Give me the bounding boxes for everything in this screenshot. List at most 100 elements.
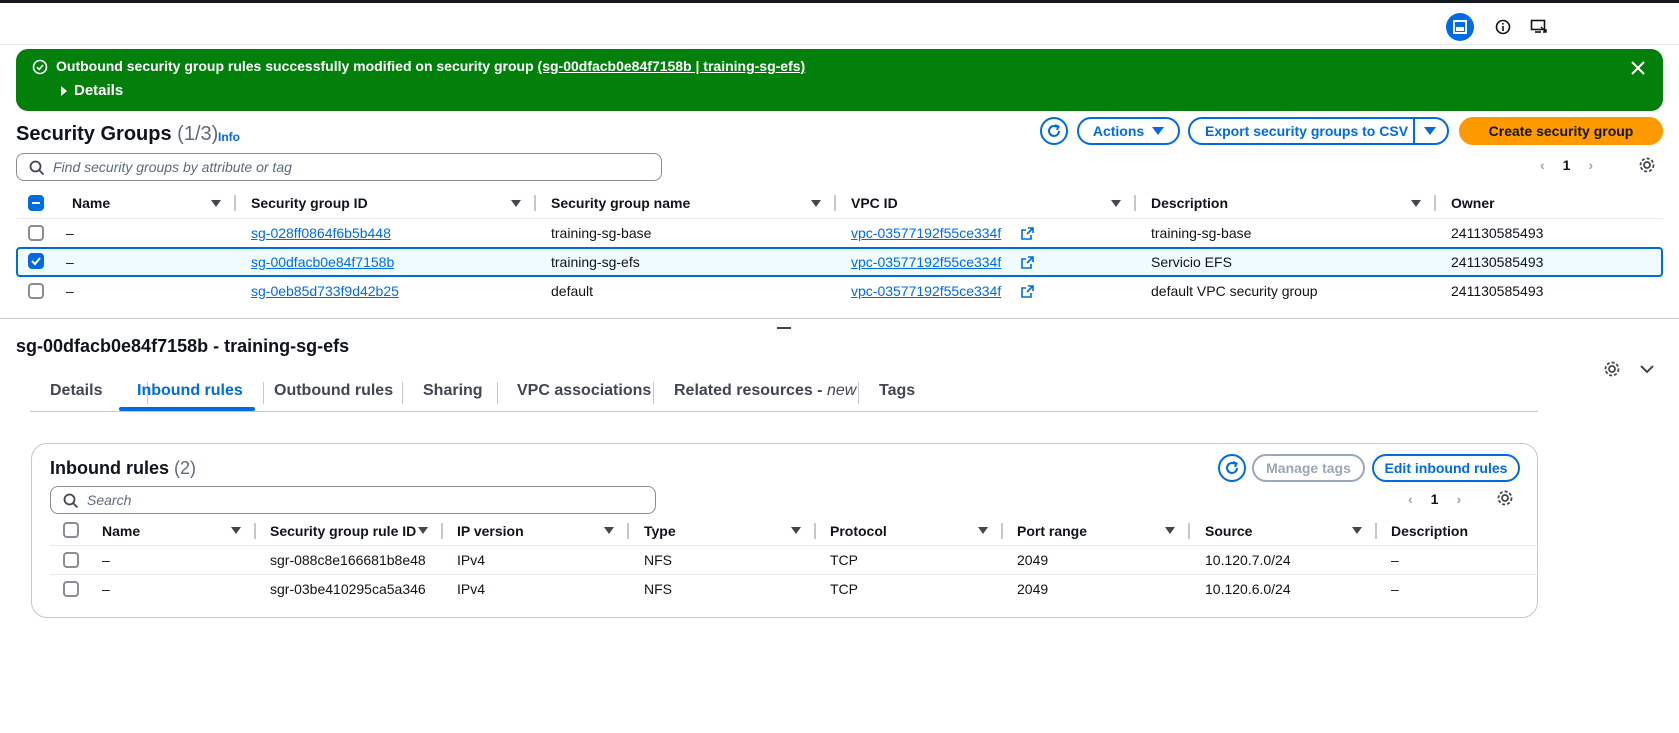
external-link-icon — [1021, 227, 1034, 240]
vpc-id-link[interactable]: vpc-03577192f55ce334f — [851, 225, 1001, 241]
settings-gear-icon[interactable] — [1496, 489, 1514, 507]
column-header-rule-id[interactable]: Security group rule ID — [270, 516, 416, 546]
column-header-type[interactable]: Type — [644, 516, 676, 546]
rule-type: NFS — [644, 581, 672, 597]
select-all-checkbox[interactable] — [28, 195, 44, 211]
row-checkbox[interactable] — [63, 581, 79, 597]
sg-owner: 241130585493 — [1451, 254, 1544, 270]
manage-tags-button[interactable]: Manage tags — [1252, 454, 1365, 482]
row-checkbox[interactable] — [28, 283, 44, 299]
tab-vpc-associations[interactable]: VPC associations — [517, 382, 651, 400]
column-header-source[interactable]: Source — [1205, 516, 1252, 546]
rule-name: – — [102, 581, 110, 597]
create-security-group-button[interactable]: Create security group — [1459, 117, 1663, 145]
actions-button[interactable]: Actions — [1077, 117, 1180, 145]
collapse-chevron-icon[interactable] — [1639, 362, 1655, 376]
column-header-sg-name[interactable]: Security group name — [551, 188, 690, 218]
refresh-icon — [1226, 461, 1238, 474]
sort-icon[interactable] — [511, 200, 521, 207]
split-panel-icon[interactable] — [1446, 13, 1474, 41]
refresh-button[interactable] — [1040, 117, 1068, 145]
row-checkbox[interactable] — [63, 552, 79, 568]
tab-inbound-rules[interactable]: Inbound rules — [137, 382, 243, 400]
refresh-icon — [1048, 124, 1060, 137]
caret-down-icon — [1152, 127, 1165, 135]
vpc-id-link[interactable]: vpc-03577192f55ce334f — [851, 283, 1001, 299]
sort-icon[interactable] — [231, 527, 241, 534]
port-range: 2049 — [1017, 581, 1049, 597]
sg-id-link[interactable]: sg-0eb85d733f9d42b25 — [251, 283, 399, 299]
sort-icon[interactable] — [1111, 200, 1121, 207]
column-header-protocol[interactable]: Protocol — [830, 516, 887, 546]
feedback-icon[interactable] — [1525, 13, 1553, 41]
page-number[interactable]: 1 — [1563, 157, 1571, 173]
sg-name: training-sg-efs — [551, 254, 640, 270]
table-row[interactable]: – sgr-088c8e166681b8e48 IPv4 NFS TCP 204… — [50, 545, 1538, 574]
column-header-description[interactable]: Description — [1391, 516, 1468, 546]
external-link-icon — [1021, 285, 1034, 298]
info-link[interactable]: Info — [218, 130, 240, 144]
settings-gear-icon[interactable] — [1603, 360, 1621, 378]
table-row[interactable]: – sgr-03be410295ca5a346 IPv4 NFS TCP 204… — [50, 574, 1538, 603]
table-row[interactable]: – sg-0eb85d733f9d42b25 default vpc-03577… — [16, 277, 1663, 306]
tab-tags[interactable]: Tags — [879, 382, 915, 400]
edit-inbound-rules-button[interactable]: Edit inbound rules — [1372, 454, 1520, 482]
sg-id-link[interactable]: sg-028ff0864f6b5b448 — [251, 225, 391, 241]
page-number[interactable]: 1 — [1431, 491, 1439, 507]
sort-icon[interactable] — [1411, 200, 1421, 207]
export-dropdown-icon[interactable] — [1424, 127, 1436, 135]
external-link-icon — [1021, 256, 1034, 269]
table-row-selected[interactable]: – sg-00dfacb0e84f7158b training-sg-efs v… — [16, 247, 1663, 277]
sort-icon[interactable] — [978, 527, 988, 534]
source: 10.120.6.0/24 — [1205, 581, 1291, 597]
column-header-port-range[interactable]: Port range — [1017, 516, 1087, 546]
prev-page-icon[interactable]: ‹ — [1540, 157, 1545, 173]
row-checkbox[interactable] — [28, 253, 44, 269]
resize-handle[interactable] — [777, 327, 791, 329]
info-icon[interactable] — [1489, 13, 1517, 41]
table-row[interactable]: – sg-028ff0864f6b5b448 training-sg-base … — [16, 218, 1663, 247]
rule-id: sgr-03be410295ca5a346 — [270, 581, 426, 597]
sort-icon[interactable] — [211, 200, 221, 207]
sort-icon[interactable] — [604, 527, 614, 534]
security-groups-search-input[interactable]: Find security groups by attribute or tag — [16, 153, 662, 181]
column-header-description[interactable]: Description — [1151, 188, 1228, 218]
sort-icon[interactable] — [418, 527, 428, 534]
column-header-ip-version[interactable]: IP version — [457, 516, 524, 546]
sg-name: default — [551, 283, 594, 299]
row-checkbox[interactable] — [28, 225, 44, 241]
next-page-icon[interactable]: › — [1456, 491, 1461, 507]
flash-sg-link[interactable]: (sg-00dfacb0e84f7158b | training-sg-efs) — [538, 58, 806, 74]
column-header-sg-id[interactable]: Security group ID — [251, 188, 368, 218]
tab-related-resources[interactable]: Related resources - new — [674, 382, 856, 400]
tab-details[interactable]: Details — [50, 382, 102, 400]
rule-description: – — [1391, 552, 1399, 568]
tab-outbound-rules[interactable]: Outbound rules — [274, 382, 393, 400]
sort-icon[interactable] — [791, 527, 801, 534]
sort-icon[interactable] — [1352, 527, 1362, 534]
next-page-icon[interactable]: › — [1588, 157, 1593, 173]
inbound-rules-search-input[interactable]: Search — [50, 486, 656, 514]
sort-icon[interactable] — [1165, 527, 1175, 534]
refresh-button[interactable] — [1218, 454, 1246, 482]
settings-gear-icon[interactable] — [1638, 156, 1656, 174]
detail-title: sg-00dfacb0e84f7158b - training-sg-efs — [16, 336, 350, 356]
flash-details-toggle[interactable]: Details — [60, 82, 123, 99]
prev-page-icon[interactable]: ‹ — [1408, 491, 1413, 507]
column-header-name[interactable]: Name — [72, 188, 110, 218]
vpc-id-link[interactable]: vpc-03577192f55ce334f — [851, 254, 1001, 270]
inbound-rules-table: Name Security group rule ID IP version T… — [50, 516, 1538, 604]
column-header-vpc-id[interactable]: VPC ID — [851, 188, 898, 218]
column-header-name[interactable]: Name — [102, 516, 140, 546]
export-csv-button[interactable]: Export security groups to CSV — [1188, 117, 1449, 145]
sort-icon[interactable] — [811, 200, 821, 207]
sg-id-link[interactable]: sg-00dfacb0e84f7158b — [251, 254, 394, 270]
close-icon[interactable] — [1627, 57, 1649, 79]
select-all-checkbox[interactable] — [63, 522, 79, 538]
tab-sharing[interactable]: Sharing — [423, 382, 483, 400]
active-tab-indicator — [119, 407, 255, 411]
security-groups-table: Name Security group ID Security group na… — [16, 188, 1663, 314]
column-header-owner[interactable]: Owner — [1451, 188, 1495, 218]
ip-version: IPv4 — [457, 552, 486, 568]
protocol: TCP — [830, 581, 858, 597]
